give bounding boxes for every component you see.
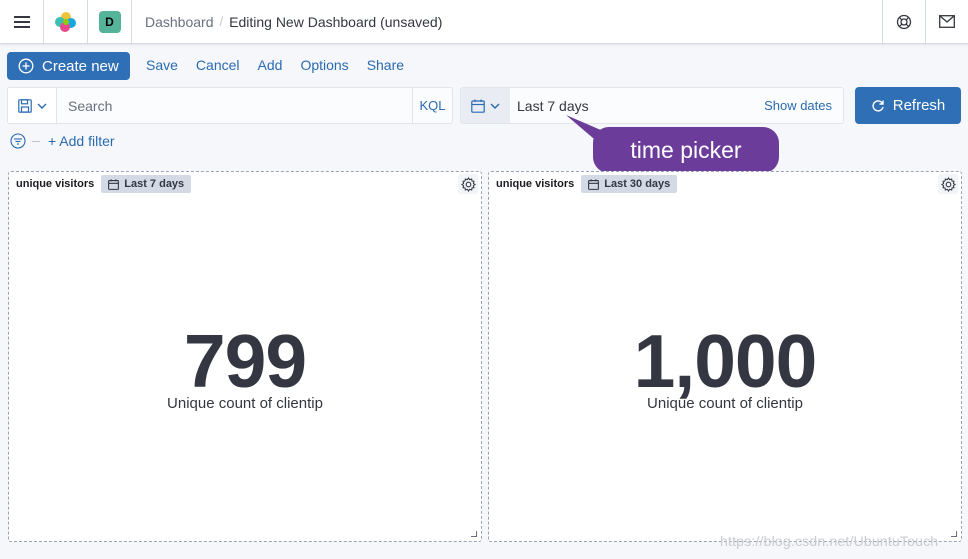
create-new-label: Create new — [42, 57, 119, 75]
resize-handle[interactable] — [951, 531, 957, 537]
dashboard-panel: unique visitors Last 7 days 799 Unique c… — [8, 171, 482, 542]
resize-handle[interactable] — [471, 531, 477, 537]
gear-icon — [460, 176, 476, 192]
query-bar: KQL — [7, 87, 453, 124]
share-link[interactable]: Share — [367, 57, 404, 73]
save-disk-icon — [17, 98, 32, 113]
metric-value: 799 — [183, 319, 307, 403]
calendar-icon — [588, 178, 600, 190]
space-avatar: D — [98, 10, 121, 33]
date-picker: Last 7 days Show dates — [460, 87, 844, 124]
breadcrumb-dashboard[interactable]: Dashboard — [145, 14, 214, 30]
space-selector[interactable]: D — [88, 0, 132, 43]
calendar-icon — [471, 99, 485, 113]
refresh-label: Refresh — [892, 97, 946, 114]
filter-menu-icon[interactable] — [10, 133, 26, 149]
add-link[interactable]: Add — [258, 57, 283, 73]
panel-header: unique visitors Last 30 days — [496, 175, 678, 193]
panel-time-label: Last 30 days — [604, 178, 671, 190]
add-filter-button[interactable]: + Add filter — [48, 133, 115, 149]
refresh-icon — [872, 99, 884, 112]
time-picker-annotation: time picker — [593, 127, 779, 173]
panel-options-button[interactable] — [938, 174, 958, 194]
kibana-logo[interactable] — [44, 0, 88, 43]
elastic-logo-icon — [54, 11, 76, 32]
plus-circle-icon — [18, 58, 34, 74]
panel-options-button[interactable] — [458, 174, 478, 194]
panel-title: unique visitors — [16, 178, 95, 190]
help-button[interactable] — [882, 0, 925, 43]
metric-label: Unique count of clientip — [167, 395, 323, 412]
saved-query-button[interactable] — [8, 88, 57, 123]
gear-icon — [940, 176, 956, 192]
menu-button[interactable] — [0, 0, 44, 43]
watermark-text: https://blog.csdn.net/UbuntuTouch — [720, 533, 939, 549]
panel-header: unique visitors Last 7 days — [16, 175, 192, 193]
hamburger-icon — [13, 15, 30, 28]
quick-select-button[interactable] — [461, 88, 510, 123]
metric-value: 1,000 — [633, 319, 818, 403]
help-lifebuoy-icon — [896, 14, 912, 29]
newsfeed-button[interactable] — [925, 0, 968, 43]
query-language-toggle[interactable]: KQL — [412, 88, 452, 123]
refresh-button[interactable]: Refresh — [855, 87, 961, 124]
create-new-button[interactable]: Create new — [7, 52, 130, 80]
chevron-down-icon — [490, 103, 500, 109]
breadcrumb: Dashboard / Editing New Dashboard (unsav… — [145, 0, 442, 43]
filter-divider — [32, 140, 40, 142]
panel-time-badge[interactable]: Last 30 days — [581, 175, 678, 193]
options-link[interactable]: Options — [300, 57, 348, 73]
filter-bar: + Add filter — [10, 133, 115, 149]
header-bar: D Dashboard / Editing New Dashboard (uns… — [0, 0, 968, 44]
dashboard-panel: unique visitors Last 30 days 1,000 Uniqu… — [488, 171, 962, 542]
metric-label: Unique count of clientip — [647, 395, 803, 412]
panel-title: unique visitors — [496, 178, 575, 190]
breadcrumb-current: Editing New Dashboard (unsaved) — [229, 13, 443, 30]
cancel-link[interactable]: Cancel — [196, 57, 240, 73]
top-nav-menu: Save Cancel Add Options Share — [146, 57, 422, 73]
mail-icon — [939, 15, 955, 28]
chevron-down-icon — [37, 103, 46, 109]
panel-time-label: Last 7 days — [124, 178, 185, 190]
show-dates-link[interactable]: Show dates — [764, 88, 843, 123]
search-input[interactable] — [57, 88, 412, 123]
save-link[interactable]: Save — [146, 57, 178, 73]
calendar-icon — [108, 178, 120, 190]
breadcrumb-separator: / — [219, 14, 224, 29]
panel-time-badge[interactable]: Last 7 days — [101, 175, 192, 193]
